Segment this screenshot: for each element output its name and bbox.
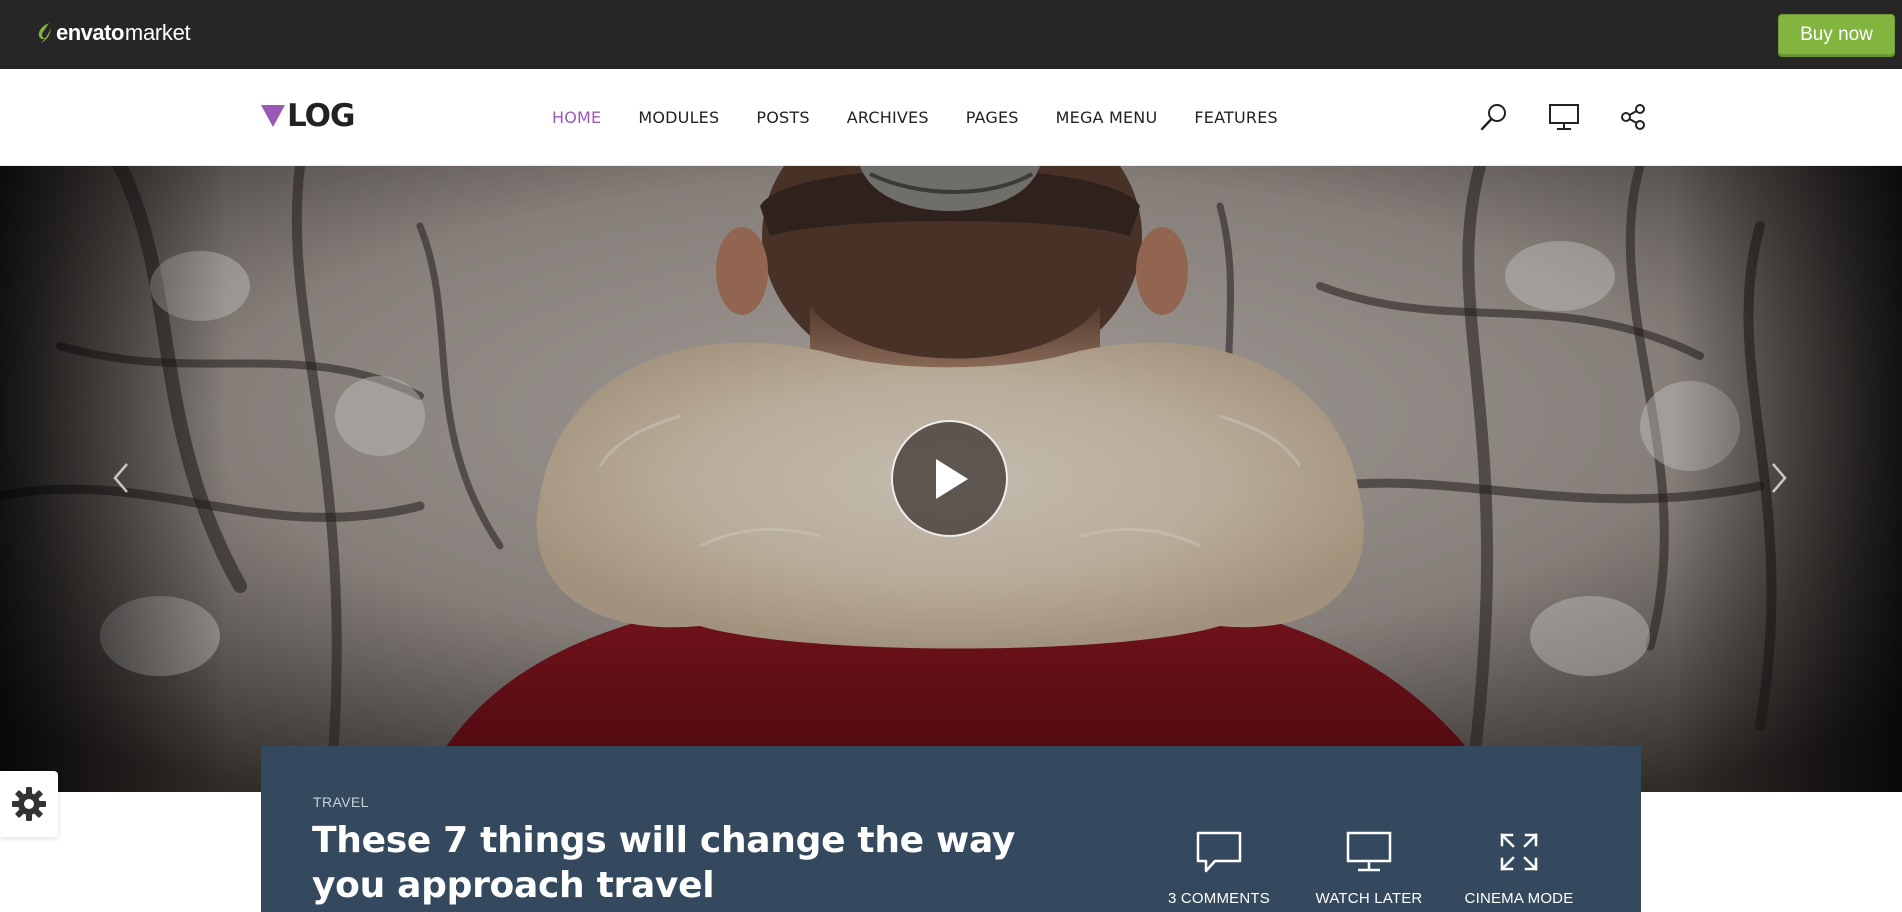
- watch-later-label: WATCH LATER: [1315, 890, 1423, 907]
- watch-later-button[interactable]: WATCH LATER: [1294, 828, 1444, 907]
- nav-item-features[interactable]: FEATURES: [1194, 108, 1277, 127]
- chevron-left-icon: [113, 463, 128, 493]
- search-button[interactable]: [1476, 99, 1512, 135]
- envato-market-logo[interactable]: envato market: [36, 18, 191, 48]
- nav-item-home[interactable]: HOME: [552, 108, 601, 127]
- nav-item-pages[interactable]: PAGES: [966, 108, 1019, 127]
- monitor-icon: [1346, 831, 1392, 872]
- comment-icon: [1196, 831, 1242, 873]
- envato-top-bar: envato market Buy now: [0, 0, 1902, 69]
- expand-icon: [1500, 833, 1538, 871]
- nav-item-posts[interactable]: POSTS: [756, 108, 809, 127]
- share-button[interactable]: [1615, 99, 1651, 135]
- header-icon-group: [1476, 99, 1651, 135]
- search-icon: [1480, 104, 1506, 131]
- settings-toggle-button[interactable]: [0, 771, 58, 837]
- site-logo[interactable]: LOG: [261, 98, 355, 134]
- play-icon: [935, 458, 968, 499]
- tv-icon: [1549, 104, 1579, 130]
- play-video-button[interactable]: [891, 420, 1008, 537]
- site-header: LOG HOME MODULES POSTS ARCHIVES PAGES ME…: [0, 69, 1902, 166]
- post-category-link[interactable]: TRAVEL: [313, 794, 369, 810]
- comments-label: 3 COMMENTS: [1167, 890, 1270, 907]
- featured-post-panel: TRAVEL These 7 things will change the wa…: [261, 746, 1641, 912]
- share-icon: [1621, 104, 1645, 130]
- logo-triangle-icon: [261, 105, 285, 127]
- chevron-right-icon: [1772, 463, 1787, 493]
- nav-item-mega-menu[interactable]: MEGA MENU: [1056, 108, 1158, 127]
- nav-item-archives[interactable]: ARCHIVES: [847, 108, 929, 127]
- cinema-mode-label: CINEMA MODE: [1464, 890, 1574, 907]
- envato-logo-word: envato: [56, 20, 124, 45]
- main-navigation: HOME MODULES POSTS ARCHIVES PAGES MEGA M…: [552, 69, 1315, 166]
- hero-video-slider[interactable]: [0, 166, 1902, 792]
- buy-now-button[interactable]: Buy now: [1778, 14, 1895, 55]
- slider-next-button[interactable]: [1764, 458, 1794, 498]
- comments-button[interactable]: 3 COMMENTS: [1144, 828, 1294, 907]
- envato-logo-market: market: [124, 20, 191, 45]
- slider-prev-button[interactable]: [106, 458, 136, 498]
- envato-leaf-icon: [38, 23, 51, 43]
- watch-later-header-button[interactable]: [1546, 99, 1582, 135]
- gear-icon: [12, 787, 46, 821]
- cinema-mode-button[interactable]: CINEMA MODE: [1444, 828, 1594, 907]
- nav-item-modules[interactable]: MODULES: [638, 108, 719, 127]
- post-title[interactable]: These 7 things will change the way you a…: [312, 818, 1072, 908]
- site-logo-text: LOG: [287, 98, 355, 134]
